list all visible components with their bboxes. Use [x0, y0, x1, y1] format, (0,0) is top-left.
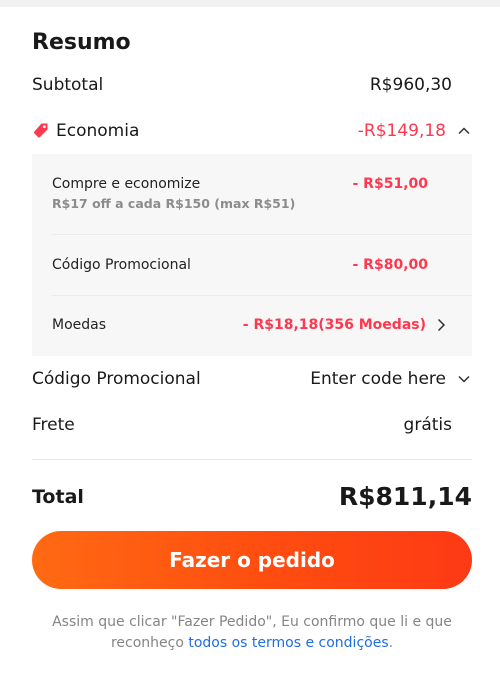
subtotal-value: R$960,30: [369, 75, 452, 95]
disclaimer-end: .: [388, 635, 394, 651]
economia-item-name: Código Promocional: [52, 257, 191, 273]
economia-item-value: - R$51,00: [352, 176, 429, 192]
top-bar: [0, 0, 500, 7]
summary-title: Resumo: [32, 30, 131, 55]
order-summary-page: Resumo Subtotal R$960,30 Economia -R$149…: [0, 0, 500, 673]
panel-divider: [52, 295, 472, 296]
promo-code-placeholder: Enter code here: [310, 369, 446, 389]
chevron-right-icon[interactable]: [434, 317, 448, 337]
subtotal-row: Subtotal R$960,30: [32, 70, 452, 100]
economia-value: -R$149,18: [357, 121, 446, 141]
shipping-value: grátis: [403, 415, 452, 435]
panel-divider: [52, 234, 472, 235]
terms-link[interactable]: todos os termos e condições: [188, 635, 388, 651]
economia-item-value: - R$80,00: [352, 257, 429, 273]
tag-icon: [32, 122, 50, 140]
economia-item-name: Compre e economize: [52, 176, 201, 192]
terms-disclaimer: Assim que clicar "Fazer Pedido", Eu conf…: [32, 612, 472, 654]
economia-item-detail: R$17 off a cada R$150 (max R$51): [52, 196, 296, 211]
economia-label: Economia: [56, 121, 140, 141]
subtotal-label: Subtotal: [32, 75, 104, 95]
total-divider: [32, 459, 472, 460]
economia-item-value: - R$18,18(356 Moedas): [242, 317, 426, 333]
promo-code-row[interactable]: Código Promocional Enter code here: [32, 364, 472, 394]
economia-label-wrap: Economia: [32, 121, 139, 141]
shipping-label: Frete: [32, 415, 75, 435]
economia-breakdown-panel: Compre e economize - R$51,00 R$17 off a …: [32, 154, 472, 356]
chevron-down-icon[interactable]: [456, 371, 472, 387]
total-row: Total R$811,14: [32, 482, 472, 511]
economia-item-name: Moedas: [52, 317, 107, 333]
shipping-row: Frete grátis: [32, 410, 452, 440]
total-label: Total: [32, 485, 84, 508]
place-order-button[interactable]: Fazer o pedido: [32, 531, 472, 589]
promo-code-label: Código Promocional: [32, 369, 201, 389]
promo-code-input[interactable]: Enter code here: [310, 369, 472, 389]
economia-row[interactable]: Economia -R$149,18: [32, 116, 472, 146]
total-value: R$811,14: [338, 482, 472, 511]
chevron-up-icon[interactable]: [456, 123, 472, 139]
